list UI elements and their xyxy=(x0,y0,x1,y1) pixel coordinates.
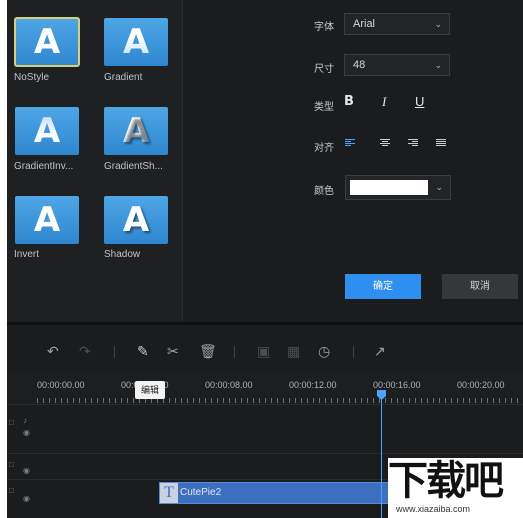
chevron-down-icon: ⌄ xyxy=(434,60,442,70)
bold-button[interactable]: B xyxy=(344,94,354,109)
size-label: 尺寸 xyxy=(314,64,334,75)
track-text-icon: □ xyxy=(9,486,14,495)
watermark-logo-text: 下载吧 xyxy=(388,458,504,504)
toolbar-divider xyxy=(114,346,115,358)
chevron-down-icon: ⌄ xyxy=(434,19,442,29)
toolbar-divider xyxy=(353,346,354,358)
align-center-icon[interactable] xyxy=(380,139,390,148)
style-label: Shadow xyxy=(104,249,141,260)
color-picker[interactable]: ⌄ xyxy=(345,175,451,200)
size-value: 48 xyxy=(353,59,366,71)
delete-icon[interactable]: 🗑 xyxy=(199,343,217,359)
style-label: NoStyle xyxy=(14,72,50,83)
chevron-down-icon: ⌄ xyxy=(435,182,443,192)
style-gradient-tile[interactable]: A xyxy=(104,18,168,66)
style-invert-tile[interactable]: A xyxy=(15,196,79,244)
font-value: Arial xyxy=(353,18,376,30)
color-label: 颜色 xyxy=(314,186,334,197)
watermark-url: www.xiazaiba.com xyxy=(396,504,471,514)
style-label: Gradient xyxy=(104,72,143,83)
edit-pencil-icon[interactable]: ✎ xyxy=(137,343,149,359)
lock-icon[interactable]: ◉ xyxy=(23,428,30,437)
video-track[interactable] xyxy=(7,405,523,454)
toolbar-divider xyxy=(234,346,235,358)
undo-icon[interactable]: ↶ xyxy=(47,343,59,359)
text-clip-icon: T xyxy=(160,483,178,503)
style-label: Invert xyxy=(14,249,40,260)
timecode-label: 00:00:08.00 xyxy=(205,380,253,390)
watermark: 下载吧 www.xiazaiba.com xyxy=(388,458,523,518)
text-properties-panel: 字体 Arial ⌄ 尺寸 48 ⌄ 类型 B I U 对齐 颜色 ⌄ 确定 取… xyxy=(184,0,523,322)
style-nostyle-tile[interactable]: A xyxy=(14,17,80,67)
style-label: GradientInv... xyxy=(14,161,74,172)
ruler-ticks xyxy=(37,398,523,403)
type-label: 类型 xyxy=(314,102,334,113)
align-justify-icon[interactable] xyxy=(436,139,446,148)
style-gradient-shadow-tile[interactable]: A xyxy=(104,107,168,155)
duration-clock-icon[interactable]: ◷ xyxy=(318,343,330,359)
font-label: 字体 xyxy=(314,22,334,33)
volume-icon[interactable]: ♪ xyxy=(23,416,27,425)
italic-button[interactable]: I xyxy=(382,94,386,110)
timecode-label: 00:00:12.00 xyxy=(289,380,337,390)
timecode-label: 00:00:16.00 xyxy=(373,380,421,390)
timecode-label: 00:00:00.00 xyxy=(37,380,85,390)
style-shadow-tile[interactable]: A xyxy=(104,196,168,244)
cancel-button[interactable]: 取消 xyxy=(442,274,518,299)
export-share-icon[interactable]: ↗ xyxy=(374,343,386,359)
ok-button[interactable]: 确定 xyxy=(345,274,421,299)
size-dropdown[interactable]: 48 ⌄ xyxy=(344,54,450,76)
crop-icon[interactable]: ▣ xyxy=(257,343,270,359)
align-left-icon[interactable] xyxy=(345,139,355,148)
align-right-icon[interactable] xyxy=(408,139,418,148)
mosaic-icon[interactable]: ▦ xyxy=(287,343,300,359)
lock-icon[interactable]: ◉ xyxy=(23,494,30,503)
text-clip-label: CutePie2 xyxy=(180,487,222,498)
text-style-panel: A NoStyle A Gradient A GradientInv... A … xyxy=(7,0,183,322)
text-clip[interactable]: T CutePie2 xyxy=(159,482,419,504)
style-gradient-inverse-tile[interactable]: A xyxy=(15,107,79,155)
track-overlay-icon: □ xyxy=(9,460,14,469)
editor-window: A NoStyle A Gradient A GradientInv... A … xyxy=(7,0,523,518)
playhead[interactable] xyxy=(381,392,382,518)
style-label: GradientSh... xyxy=(104,161,163,172)
color-swatch xyxy=(350,180,428,195)
underline-button[interactable]: U xyxy=(415,94,424,109)
timecode-label: 00:00:20.00 xyxy=(457,380,505,390)
align-label: 对齐 xyxy=(314,143,334,154)
cut-icon[interactable]: ✂ xyxy=(167,343,179,359)
lock-icon[interactable]: ◉ xyxy=(23,466,30,475)
redo-icon[interactable]: ↷ xyxy=(79,343,91,359)
track-video-icon: □ xyxy=(9,418,14,427)
font-dropdown[interactable]: Arial ⌄ xyxy=(344,13,450,35)
edit-tooltip: 编辑 xyxy=(135,381,165,399)
